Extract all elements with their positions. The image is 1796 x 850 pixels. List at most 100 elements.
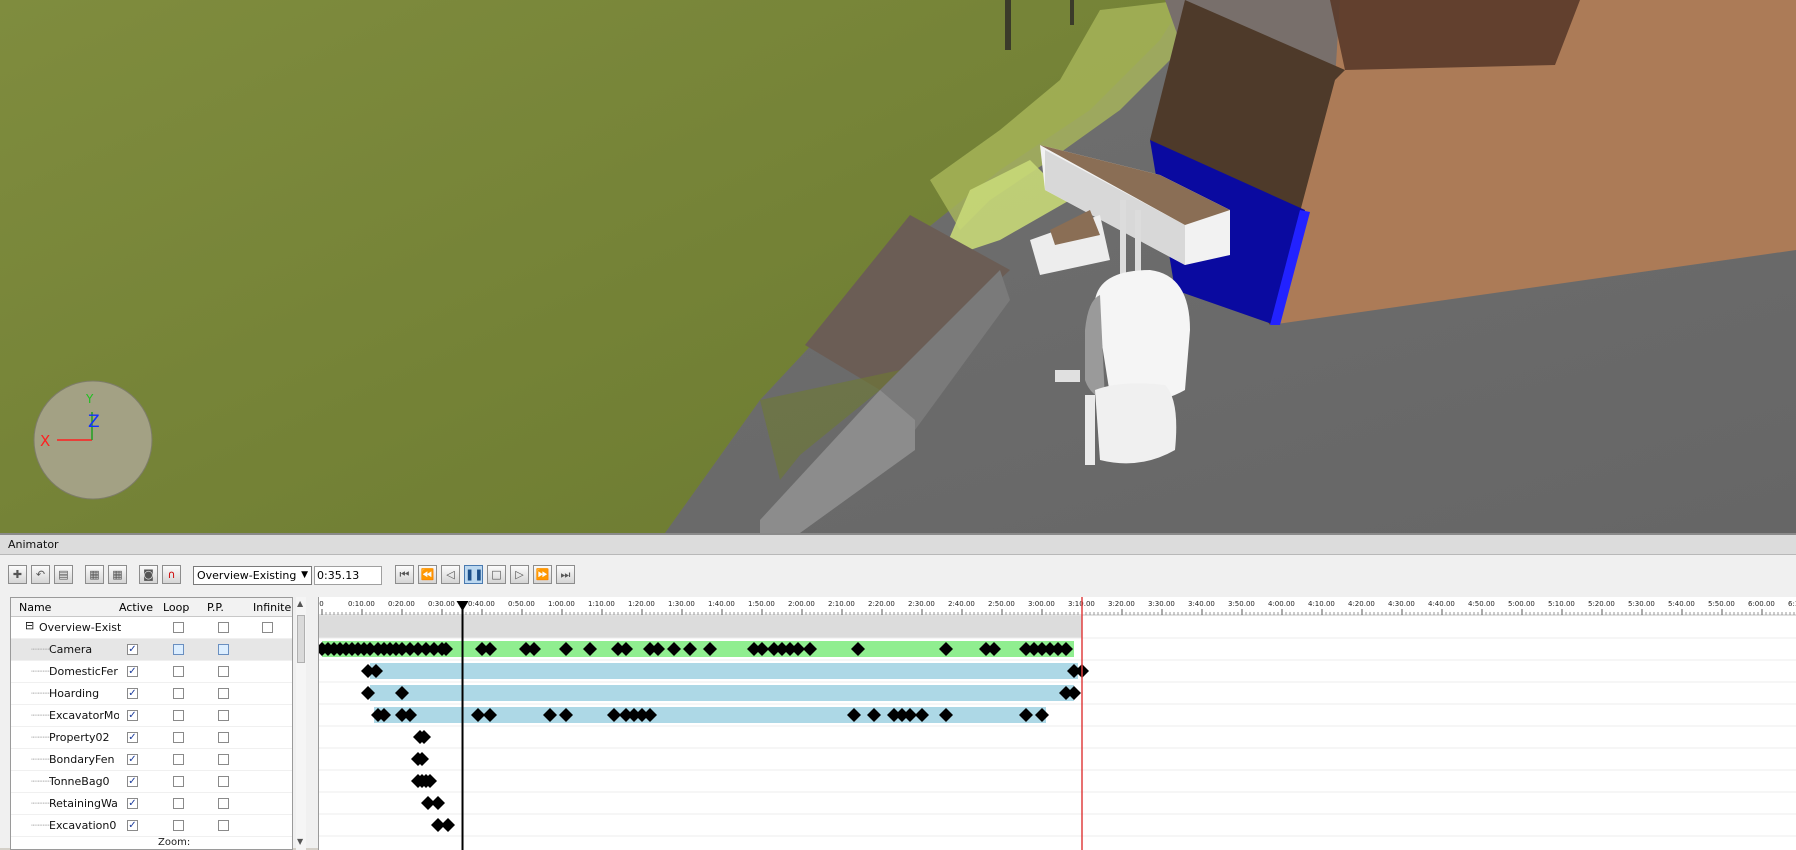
- scroll-thumb[interactable]: [297, 615, 305, 663]
- active-checkbox[interactable]: ✓: [127, 732, 138, 743]
- pp-checkbox[interactable]: [218, 776, 229, 787]
- timeline[interactable]: 0:00 0:10.00 0:20.00 0:30.00 0:40.00 0:50.00 1…: [318, 597, 1796, 850]
- tick-label: 4:10.00: [1308, 600, 1335, 608]
- timeline-svg[interactable]: 0:00 0:10.00 0:20.00 0:30.00 0:40.00 0:50.00 1…: [319, 597, 1796, 850]
- play-icon[interactable]: ▷: [510, 565, 529, 584]
- undo-icon[interactable]: ↶: [31, 565, 50, 584]
- column-pp: P.P.: [207, 601, 224, 614]
- active-checkbox[interactable]: ✓: [127, 776, 138, 787]
- camera-icon[interactable]: ◙: [139, 565, 158, 584]
- active-checkbox[interactable]: ✓: [127, 754, 138, 765]
- loop-checkbox[interactable]: [173, 754, 184, 765]
- tree-connector: ┈┈┈: [31, 775, 51, 788]
- tick-label: 2:20.00: [868, 600, 895, 608]
- animation-select[interactable]: Overview-Existing ▼: [193, 566, 312, 585]
- tree-row[interactable]: ┈┈┈ Property02 ✓: [11, 727, 292, 749]
- rewind-icon[interactable]: ⏮: [395, 565, 414, 584]
- tree-row-name: BondaryFen: [49, 753, 115, 766]
- tick-label: 4:00.00: [1268, 600, 1295, 608]
- navigation-compass[interactable]: X Y Z: [33, 380, 153, 500]
- tick-label: 1:00.00: [548, 600, 575, 608]
- column-active: Active: [119, 601, 154, 614]
- tick-label: 5:00.00: [1508, 600, 1535, 608]
- tick-label: 1:30.00: [668, 600, 695, 608]
- tree-header: Name Active Loop P.P. Infinite: [11, 598, 292, 617]
- tick-label: 3:30.00: [1148, 600, 1175, 608]
- fast-forward-icon[interactable]: ⏭: [556, 565, 575, 584]
- tree-row[interactable]: ┈┈┈ Hoarding ✓: [11, 683, 292, 705]
- tick-label: 0:00: [319, 600, 324, 608]
- animation-tree[interactable]: Name Active Loop P.P. Infinite ⊟ Overview…: [10, 597, 293, 850]
- loop-checkbox[interactable]: [173, 820, 184, 831]
- pp-checkbox[interactable]: [218, 622, 229, 633]
- panel-title: Animator: [0, 535, 1796, 555]
- export-icon[interactable]: ▦: [108, 565, 127, 584]
- tree-row-name: Overview-Exist: [39, 621, 121, 634]
- y-axis-label: Y: [85, 392, 94, 406]
- tick-label: 5:20.00: [1588, 600, 1615, 608]
- step-forward-icon[interactable]: ⏩: [533, 565, 552, 584]
- pp-checkbox[interactable]: [218, 732, 229, 743]
- keyframe-diamond: [431, 796, 445, 810]
- collapse-icon[interactable]: ⊟: [25, 619, 34, 632]
- stop-icon[interactable]: □: [487, 565, 506, 584]
- pp-checkbox[interactable]: [218, 710, 229, 721]
- bottom-toolbar: Zoom:: [10, 837, 310, 850]
- tree-row[interactable]: ⊟ Overview-Exist: [11, 617, 292, 639]
- scroll-up-icon[interactable]: ▲: [297, 599, 303, 608]
- loop-checkbox[interactable]: [173, 732, 184, 743]
- pp-checkbox[interactable]: [218, 688, 229, 699]
- column-name: Name: [19, 601, 52, 614]
- capture-icon[interactable]: ∩: [162, 565, 181, 584]
- 3d-viewport[interactable]: X Y Z: [0, 0, 1796, 533]
- play-reverse-icon[interactable]: ◁: [441, 565, 460, 584]
- pp-checkbox[interactable]: [218, 644, 229, 655]
- add-animation-icon[interactable]: ✚: [8, 565, 27, 584]
- import-icon[interactable]: ▦: [85, 565, 104, 584]
- loop-checkbox[interactable]: [173, 798, 184, 809]
- pp-checkbox[interactable]: [218, 798, 229, 809]
- loop-checkbox[interactable]: [173, 666, 184, 677]
- animation-select-value: Overview-Existing: [197, 569, 297, 582]
- tree-connector: ┈┈┈: [31, 797, 51, 810]
- tree-row[interactable]: ┈┈┈ TonneBag0 ✓: [11, 771, 292, 793]
- active-checkbox[interactable]: ✓: [127, 820, 138, 831]
- tick-label: 2:00.00: [788, 600, 815, 608]
- loop-checkbox[interactable]: [173, 710, 184, 721]
- root-row-bg: [319, 616, 1082, 638]
- active-checkbox[interactable]: ✓: [127, 798, 138, 809]
- active-checkbox[interactable]: ✓: [127, 688, 138, 699]
- tree-row[interactable]: ┈┈┈ DomesticFer ✓: [11, 661, 292, 683]
- tick-label: 5:30.00: [1628, 600, 1655, 608]
- pp-checkbox[interactable]: [218, 666, 229, 677]
- active-checkbox[interactable]: ✓: [127, 666, 138, 677]
- infinite-checkbox[interactable]: [262, 622, 273, 633]
- z-axis-label: Z: [88, 412, 100, 432]
- pp-checkbox[interactable]: [218, 820, 229, 831]
- step-back-icon[interactable]: ⏪: [418, 565, 437, 584]
- pause-icon[interactable]: ❚❚: [464, 565, 483, 584]
- tree-row-name: RetainingWa: [49, 797, 118, 810]
- tree-row[interactable]: ┈┈┈ Camera ✓: [11, 639, 292, 661]
- loop-checkbox[interactable]: [173, 688, 184, 699]
- active-checkbox[interactable]: ✓: [127, 644, 138, 655]
- time-input[interactable]: 0:35.13: [314, 566, 382, 585]
- tree-row[interactable]: ┈┈┈ Excavation0 ✓: [11, 815, 292, 837]
- tree-connector: ┈┈┈: [31, 709, 51, 722]
- loop-checkbox[interactable]: [173, 776, 184, 787]
- tick-label: 5:40.00: [1668, 600, 1695, 608]
- tree-row[interactable]: ┈┈┈ BondaryFen ✓: [11, 749, 292, 771]
- delete-icon[interactable]: ▤: [54, 565, 73, 584]
- loop-checkbox[interactable]: [173, 644, 184, 655]
- loop-checkbox[interactable]: [173, 622, 184, 633]
- tick-label: 0:10.00: [348, 600, 375, 608]
- tree-row-name: ExcavatorMo: [49, 709, 119, 722]
- tick-label: 5:10.00: [1548, 600, 1575, 608]
- tree-row[interactable]: ┈┈┈ RetainingWa ✓: [11, 793, 292, 815]
- tree-scrollbar[interactable]: ▲ ▼: [296, 597, 306, 850]
- tree-connector: ┈┈┈: [31, 753, 51, 766]
- active-checkbox[interactable]: ✓: [127, 710, 138, 721]
- pp-checkbox[interactable]: [218, 754, 229, 765]
- tree-connector: ┈┈┈: [31, 643, 51, 656]
- tree-row[interactable]: ┈┈┈ ExcavatorMo ✓: [11, 705, 292, 727]
